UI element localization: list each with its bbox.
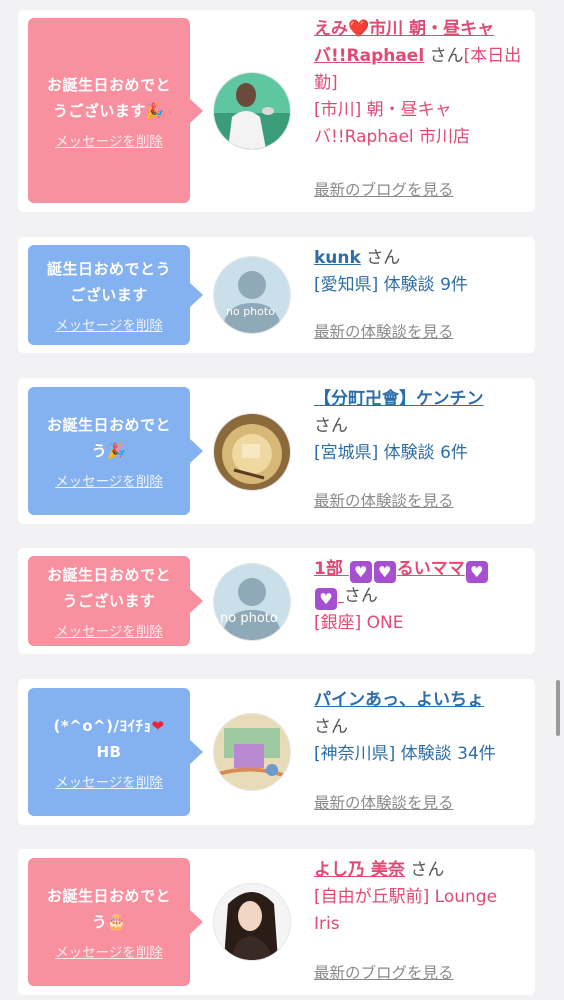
avatar[interactable] (214, 73, 290, 149)
heart-icon: ♥ (315, 588, 337, 610)
latest-blog-link[interactable]: 最新のブログを見る (314, 961, 454, 983)
avatar[interactable] (214, 714, 290, 790)
avatar[interactable] (214, 884, 290, 960)
message-text: (*^o^)/ﾖｲﾁｮ❤ HB (53, 717, 165, 761)
message-text: お誕生日おめでと うございます🎉 (46, 75, 171, 120)
name-text: 1部 (314, 559, 343, 579)
message-card: (*^o^)/ﾖｲﾁｮ❤ HB メッセージを削除 パインあっ、よいちょ さん [神… (18, 679, 535, 825)
shop-info: [宮城県] 体験談 6件 (314, 443, 468, 463)
profile-info: kunk さん [愛知県] 体験談 9件 (314, 245, 524, 299)
birthday-message-bubble: 誕生日おめでとう ございます メッセージを削除 (28, 245, 190, 345)
profile-name-link[interactable]: 【分町卍會】ケンチン (314, 389, 484, 409)
no-photo-text: no photo (226, 305, 275, 318)
delete-message-link[interactable]: メッセージを削除 (55, 620, 163, 640)
heart-icon: ❤ (151, 717, 165, 735)
shop-info: [愛知県] 体験談 9件 (314, 275, 468, 295)
profile-info: 【分町卍會】ケンチン さん [宮城県] 体験談 6件 (314, 386, 524, 467)
message-card: お誕生日おめでと うございます メッセージを削除 no photo 1部 ♥ ♥ るい… (18, 548, 535, 654)
avatar[interactable] (214, 414, 290, 490)
birthday-message-bubble: (*^o^)/ﾖｲﾁｮ❤ HB メッセージを削除 (28, 688, 190, 816)
message-card: お誕生日おめでと うございます🎉 メッセージを削除 えみ❤️市川 朝・昼キャバ!!… (18, 10, 535, 212)
name-text: るいママ (396, 559, 465, 579)
heart-icon: ♥ (349, 561, 372, 583)
delete-message-link[interactable]: メッセージを削除 (55, 130, 163, 150)
message-text: 誕生日おめでとう ございます (46, 260, 171, 304)
honorific: さん (343, 586, 378, 606)
latest-review-link[interactable]: 最新の体験談を見る (314, 791, 454, 813)
delete-message-link[interactable]: メッセージを削除 (55, 941, 163, 961)
honorific: さん (366, 248, 401, 268)
latest-blog-link[interactable]: 最新のブログを見る (314, 178, 454, 200)
profile-name-link[interactable]: パインあっ、よいちょ (314, 690, 484, 710)
honorific: さん (314, 416, 348, 436)
birthday-message-bubble: お誕生日おめでと う🎂 メッセージを削除 (28, 858, 190, 986)
avatar[interactable]: no photo (214, 564, 290, 640)
latest-review-link[interactable]: 最新の体験談を見る (314, 489, 454, 511)
profile-name-link[interactable]: よし乃 美奈 (314, 860, 405, 880)
profile-info: パインあっ、よいちょ さん [神奈川県] 体験談 34件 (314, 687, 524, 768)
profile-name-link[interactable]: 1部 ♥ ♥ るいママ ♥ ♥ (314, 559, 489, 610)
scrollbar[interactable] (556, 680, 560, 736)
no-photo-text: no photo (220, 611, 278, 626)
shop-info: [市川] 朝・昼キャバ!!Raphael 市川店 (314, 100, 471, 147)
message-text: お誕生日おめでと うございます (46, 566, 171, 610)
heart-icon: ♥ (373, 561, 396, 583)
birthday-message-bubble: お誕生日おめでと う🎉 メッセージを削除 (28, 387, 190, 515)
shop-info: [自由が丘駅前] Lounge Iris (314, 887, 498, 934)
latest-review-link[interactable]: 最新の体験談を見る (314, 320, 454, 342)
profile-info: よし乃 美奈 さん [自由が丘駅前] Lounge Iris (314, 857, 524, 938)
shop-info: [銀座] ONE (314, 613, 404, 633)
shop-info: [神奈川県] 体験談 34件 (314, 744, 496, 764)
honorific: さん (410, 860, 445, 880)
honorific: さん (429, 46, 464, 66)
message-card: 誕生日おめでとう ございます メッセージを削除 no photo kunk さん … (18, 237, 535, 353)
heart-icon: ♥ (465, 561, 488, 583)
honorific: さん (314, 717, 348, 737)
message-card: お誕生日おめでと う🎉 メッセージを削除 【分町卍會】ケンチン さん [宮城県] … (18, 378, 535, 524)
message-text: お誕生日おめでと う🎉 (46, 416, 171, 460)
birthday-message-bubble: お誕生日おめでと うございます メッセージを削除 (28, 556, 190, 646)
profile-info: えみ❤️市川 朝・昼キャバ!!Raphael さん[本日出勤] [市川] 朝・昼… (314, 16, 524, 151)
birthday-message-bubble: お誕生日おめでと うございます🎉 メッセージを削除 (28, 18, 190, 203)
avatar[interactable]: no photo (214, 257, 290, 333)
delete-message-link[interactable]: メッセージを削除 (55, 470, 163, 490)
delete-message-link[interactable]: メッセージを削除 (55, 314, 163, 334)
message-text: お誕生日おめでと う🎂 (46, 887, 171, 931)
profile-info: 1部 ♥ ♥ るいママ ♥ ♥ さん [銀座] ONE (314, 556, 524, 637)
message-card: お誕生日おめでと う🎂 メッセージを削除 よし乃 美奈 さん [自由が丘駅前] L… (18, 849, 535, 995)
profile-name-link[interactable]: kunk (314, 248, 361, 268)
delete-message-link[interactable]: メッセージを削除 (55, 771, 163, 791)
